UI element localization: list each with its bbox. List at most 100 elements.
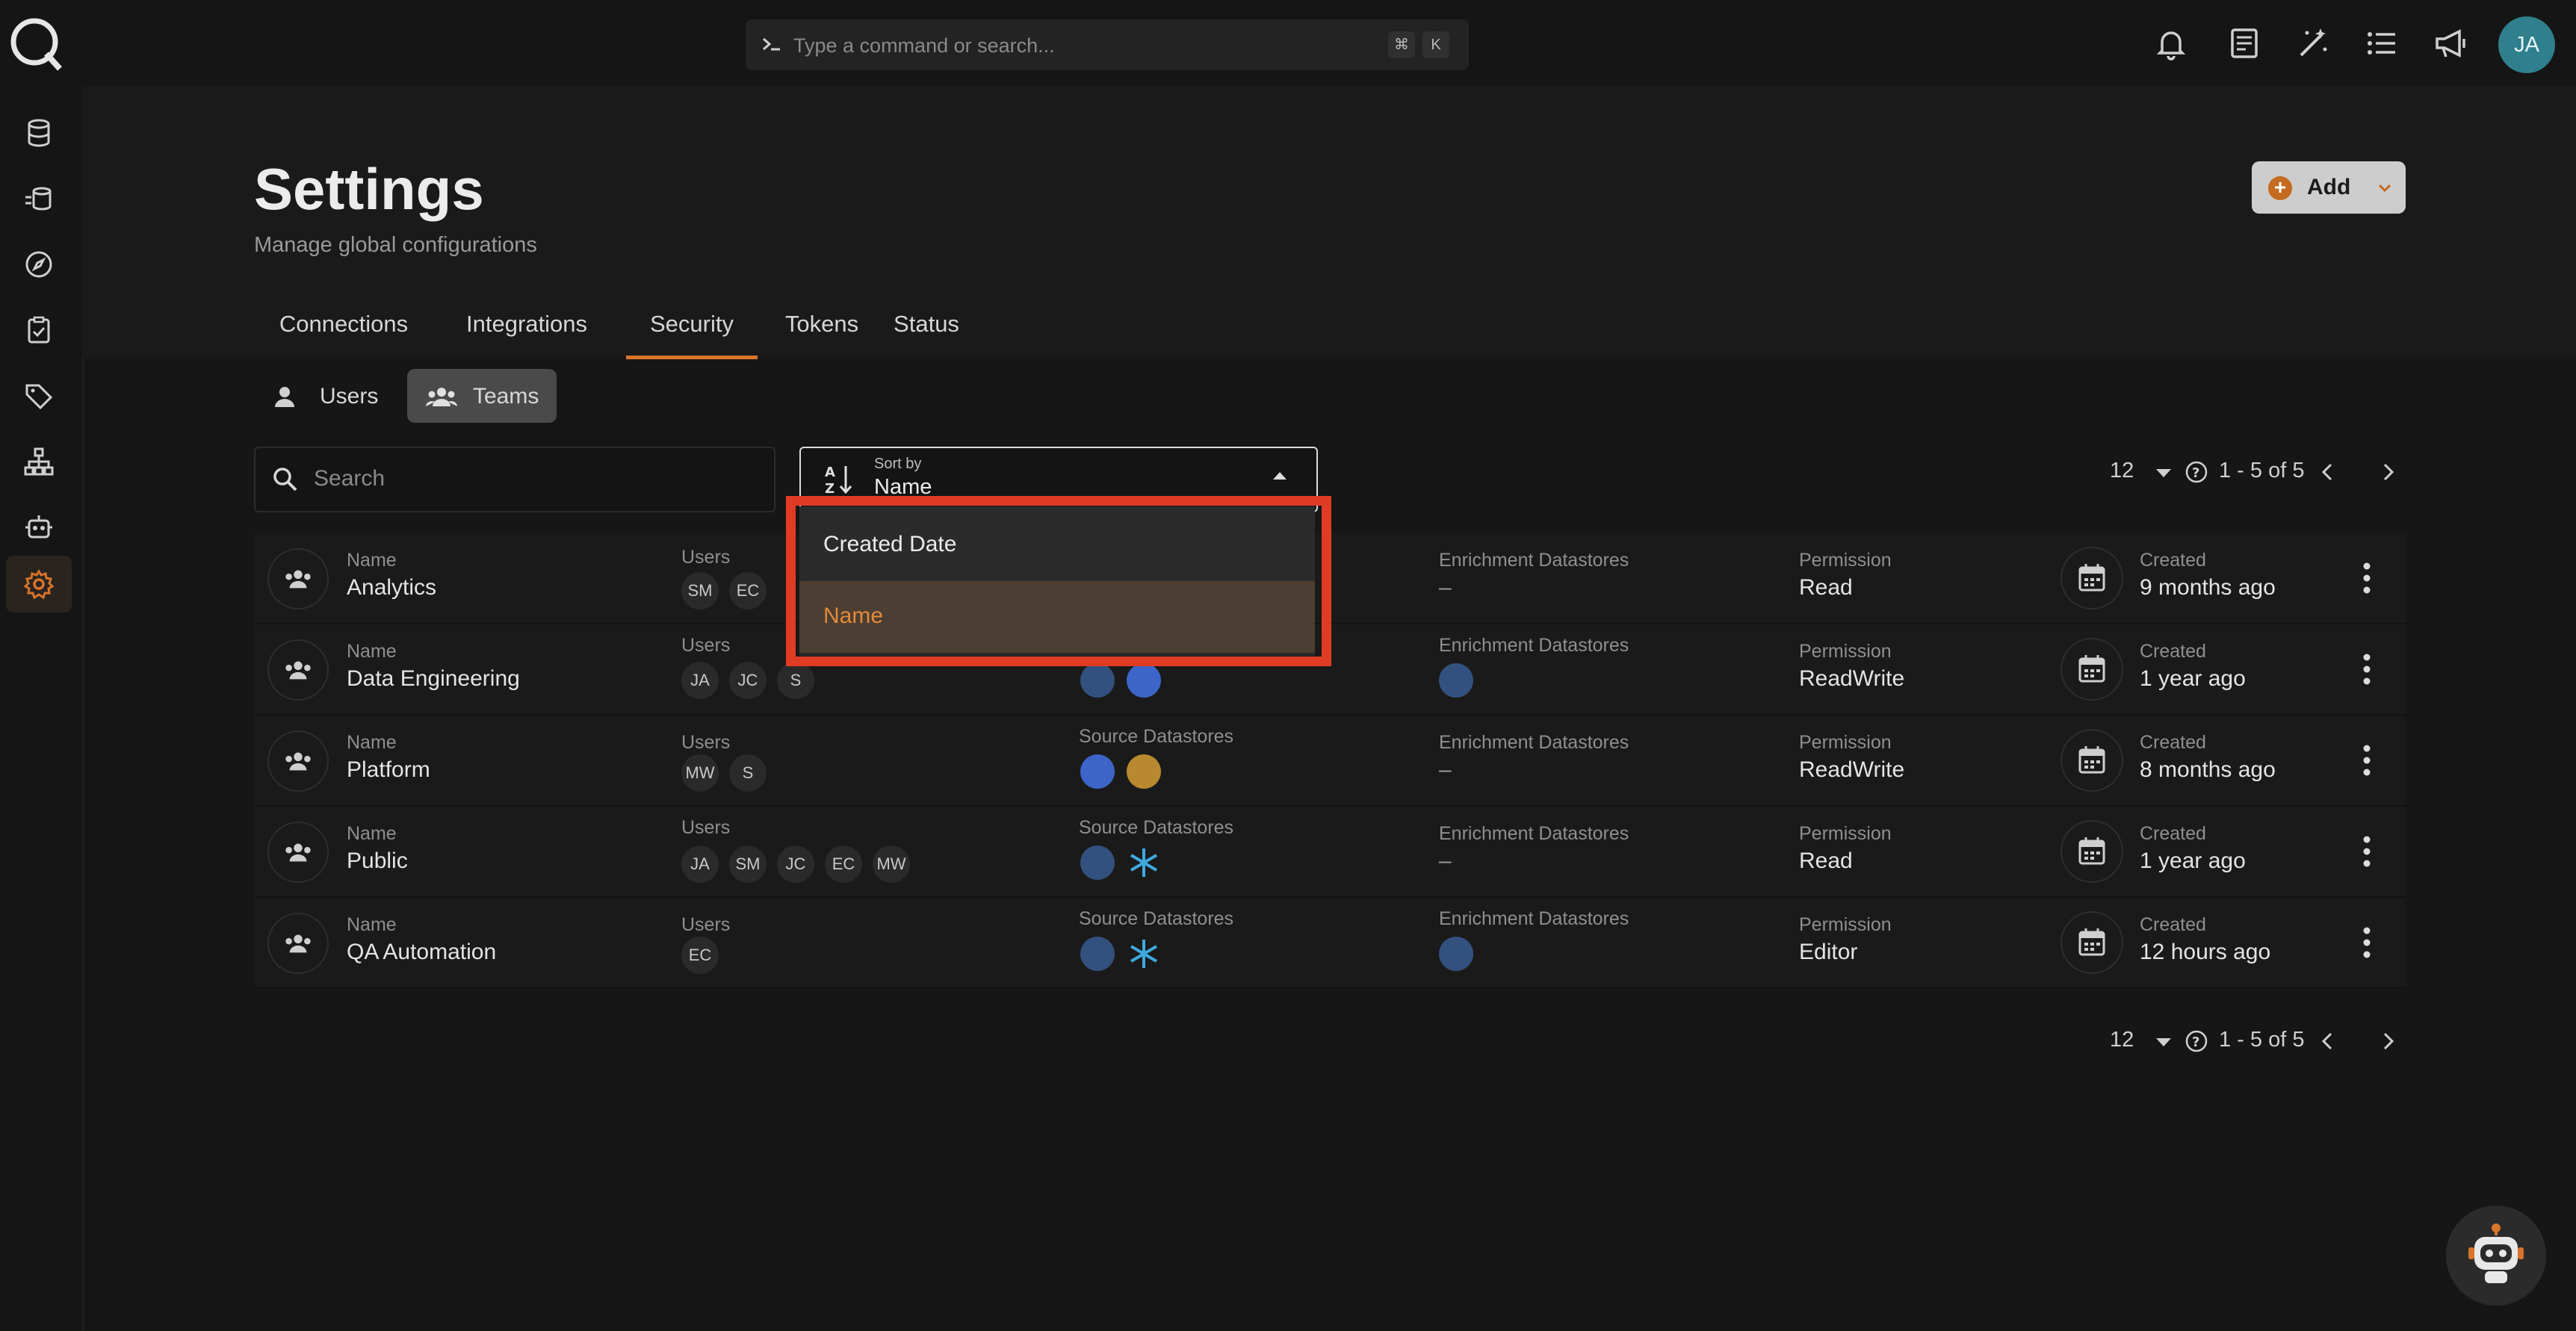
next-page-icon[interactable] bbox=[2373, 1026, 2403, 1056]
sort-az-icon: AZ bbox=[825, 465, 852, 497]
tab-connections[interactable]: Connections bbox=[254, 305, 433, 356]
prev-page-icon[interactable] bbox=[2313, 457, 2343, 487]
sidebar-item-checks[interactable] bbox=[6, 302, 72, 359]
user-avatar[interactable]: JA bbox=[2498, 16, 2555, 73]
sidebar-item-datastores[interactable] bbox=[6, 105, 72, 161]
permission-caption: Permission bbox=[1799, 914, 1892, 935]
user-chip: EC bbox=[681, 937, 719, 974]
sidebar-item-explore[interactable] bbox=[6, 236, 72, 293]
permission-value: Read bbox=[1799, 575, 1853, 600]
list-icon[interactable] bbox=[2361, 22, 2403, 64]
table-row[interactable]: Name Platform Users MW S Source Datastor… bbox=[254, 716, 2406, 807]
command-search-bar[interactable]: Type a command or search... ⌘ K bbox=[746, 19, 1469, 70]
more-options-icon[interactable] bbox=[2362, 744, 2371, 777]
name-caption: Name bbox=[347, 550, 397, 571]
created-value: 1 year ago bbox=[2140, 848, 2246, 873]
help-icon[interactable]: ? bbox=[2185, 460, 2208, 484]
team-name: Data Engineering bbox=[347, 666, 520, 691]
enrichment-caption: Enrichment Datastores bbox=[1439, 908, 1629, 929]
bell-icon[interactable] bbox=[2150, 22, 2192, 64]
user-chip: SM bbox=[681, 572, 719, 609]
enrichment-caption: Enrichment Datastores bbox=[1439, 732, 1629, 753]
add-button-label: Add bbox=[2307, 175, 2351, 199]
more-options-icon[interactable] bbox=[2362, 562, 2371, 595]
megaphone-icon[interactable] bbox=[2430, 22, 2471, 64]
tag-icon bbox=[25, 384, 53, 410]
calendar-icon bbox=[2078, 655, 2105, 683]
sidebar-item-settings[interactable] bbox=[6, 556, 72, 612]
users-caption: Users bbox=[681, 635, 731, 656]
user-chip: S bbox=[729, 754, 767, 792]
page-subtitle: Manage global configurations bbox=[254, 233, 537, 257]
magic-wand-icon[interactable] bbox=[2292, 22, 2334, 64]
top-bar: Type a command or search... ⌘ K JA bbox=[0, 0, 2576, 87]
tab-security[interactable]: Security bbox=[626, 305, 758, 359]
enrichment-caption: Enrichment Datastores bbox=[1439, 550, 1629, 571]
postgres-datastore-icon bbox=[1080, 846, 1115, 880]
assistant-bot-button[interactable] bbox=[2446, 1206, 2546, 1306]
tab-tokens[interactable]: Tokens bbox=[781, 305, 862, 356]
tab-integrations[interactable]: Integrations bbox=[456, 305, 598, 356]
source-caption: Source Datastores bbox=[1079, 817, 1234, 838]
bigquery-datastore-icon bbox=[1127, 663, 1161, 698]
table-row[interactable]: Name QA Automation Users EC Source Datas… bbox=[254, 898, 2406, 989]
search-placeholder: Search bbox=[314, 466, 386, 491]
more-options-icon[interactable] bbox=[2362, 653, 2371, 686]
sidebar-item-flows[interactable] bbox=[6, 433, 72, 490]
page-title: Settings bbox=[254, 156, 484, 222]
created-caption: Created bbox=[2140, 732, 2206, 753]
add-button[interactable]: + Add bbox=[2252, 161, 2406, 214]
next-page-icon[interactable] bbox=[2373, 457, 2403, 487]
per-page-select[interactable]: 12 bbox=[2110, 1028, 2134, 1052]
table-row[interactable]: Name Public Users JA SM JC EC MW Source … bbox=[254, 807, 2406, 898]
user-chip: JC bbox=[729, 662, 767, 699]
team-name: Public bbox=[347, 848, 408, 873]
document-icon[interactable] bbox=[2223, 22, 2265, 64]
page-range: 1 - 5 of 5 bbox=[2219, 459, 2305, 483]
sidebar-item-enrichment[interactable] bbox=[6, 170, 72, 227]
sidebar-item-tags[interactable] bbox=[6, 367, 72, 424]
command-placeholder: Type a command or search... bbox=[793, 34, 1055, 57]
segment-users[interactable]: Users bbox=[254, 369, 403, 423]
per-page-select[interactable]: 12 bbox=[2110, 459, 2134, 483]
created-value: 9 months ago bbox=[2140, 575, 2276, 600]
group-icon bbox=[285, 570, 311, 589]
name-caption: Name bbox=[347, 732, 397, 753]
user-chip: JC bbox=[777, 846, 814, 883]
enrichment-empty: – bbox=[1439, 848, 1452, 873]
plus-icon: + bbox=[2268, 176, 2292, 200]
pagination-top: 12 ? 1 - 5 of 5 bbox=[2110, 453, 2406, 497]
created-caption: Created bbox=[2140, 641, 2206, 662]
user-chip: EC bbox=[825, 846, 862, 883]
calendar-icon bbox=[2078, 564, 2105, 592]
app-logo-icon[interactable] bbox=[7, 15, 64, 72]
calendar-avatar bbox=[2061, 911, 2123, 974]
tab-status[interactable]: Status bbox=[886, 305, 967, 356]
per-page-dropdown-icon[interactable] bbox=[2156, 1038, 2171, 1046]
team-name: QA Automation bbox=[347, 940, 497, 964]
created-value: 1 year ago bbox=[2140, 666, 2246, 691]
users-caption: Users bbox=[681, 732, 731, 753]
user-chip: JA bbox=[681, 846, 719, 883]
user-chip: S bbox=[777, 662, 814, 699]
per-page-dropdown-icon[interactable] bbox=[2156, 469, 2171, 477]
calendar-icon bbox=[2078, 928, 2105, 956]
user-chip: SM bbox=[729, 846, 767, 883]
segment-teams[interactable]: Teams bbox=[407, 369, 557, 423]
calendar-avatar bbox=[2061, 729, 2123, 792]
highlight-box bbox=[786, 496, 1331, 666]
search-field[interactable]: Search bbox=[254, 447, 775, 512]
snowflake-datastore-icon bbox=[1130, 848, 1158, 877]
calendar-icon bbox=[2078, 837, 2105, 865]
more-options-icon[interactable] bbox=[2362, 835, 2371, 868]
created-caption: Created bbox=[2140, 914, 2206, 935]
help-icon[interactable]: ? bbox=[2185, 1029, 2208, 1053]
group-icon bbox=[285, 934, 311, 953]
permission-value: Read bbox=[1799, 848, 1853, 873]
database-icon bbox=[28, 119, 50, 147]
more-options-icon[interactable] bbox=[2362, 926, 2371, 959]
created-caption: Created bbox=[2140, 550, 2206, 571]
sidebar-item-agents[interactable] bbox=[6, 499, 72, 556]
prev-page-icon[interactable] bbox=[2313, 1026, 2343, 1056]
name-caption: Name bbox=[347, 641, 397, 662]
